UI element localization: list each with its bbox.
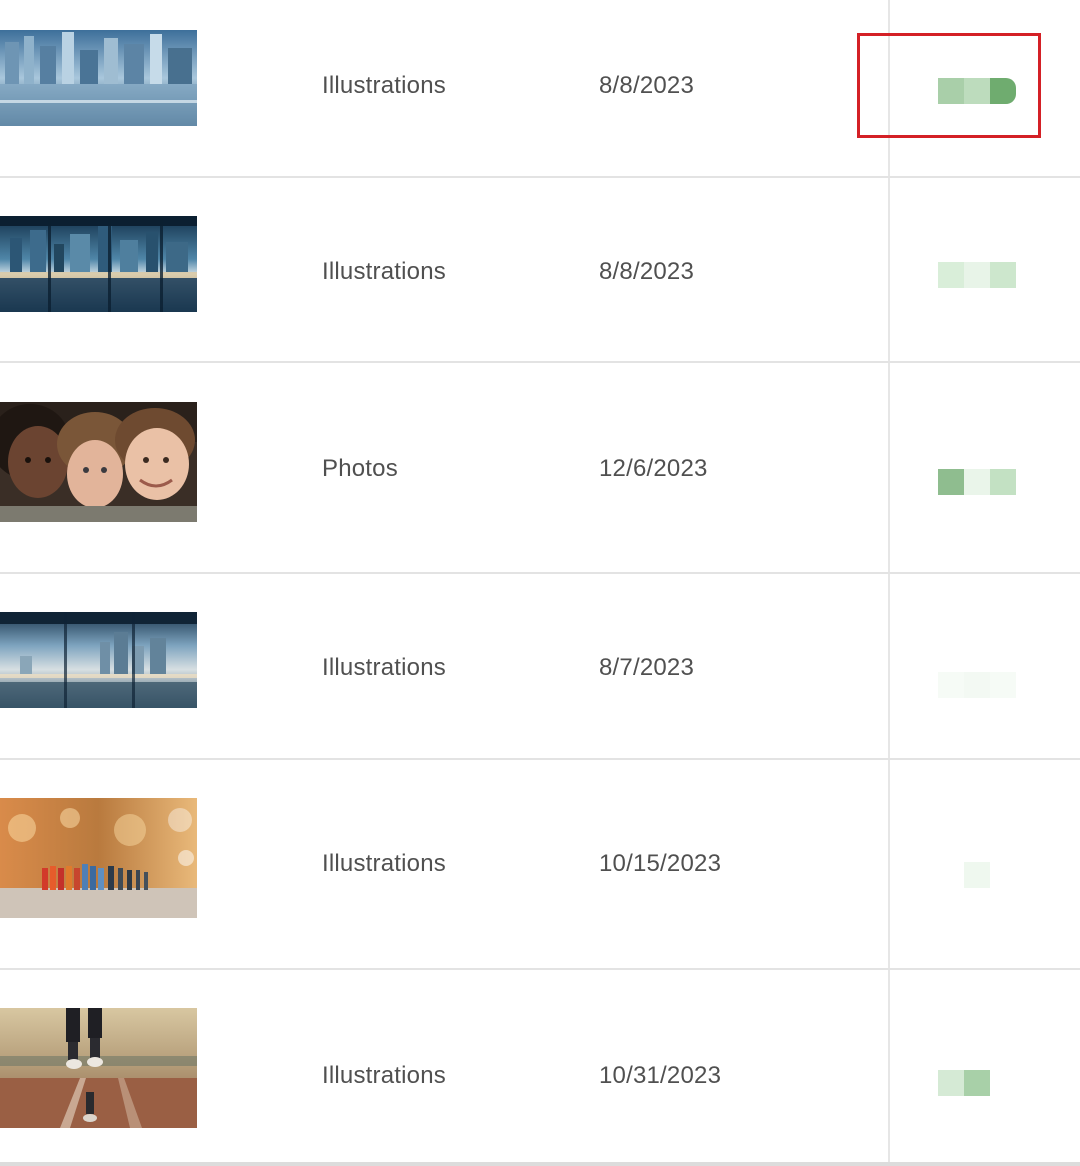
table-row[interactable]: Illustrations 10/15/2023 <box>0 760 1080 970</box>
blurred-status <box>938 862 1016 888</box>
bottom-border <box>0 1162 1080 1166</box>
asset-table: Illustrations 8/8/2023 Illustrations 8/8… <box>0 0 1080 1166</box>
asset-type: Illustrations <box>322 1062 446 1089</box>
asset-type: Photos <box>322 455 398 482</box>
asset-date: 10/15/2023 <box>599 850 722 877</box>
asset-date: 10/31/2023 <box>599 1062 722 1089</box>
asset-date: 8/8/2023 <box>599 72 695 99</box>
asset-type: Illustrations <box>322 72 446 99</box>
blurred-status <box>938 262 1016 288</box>
blurred-status <box>938 1070 990 1096</box>
blurred-status <box>938 672 1016 698</box>
highlight-box <box>857 33 1041 138</box>
asset-date: 8/7/2023 <box>599 654 695 681</box>
table-row[interactable]: Illustrations 10/31/2023 <box>0 970 1080 1166</box>
thumbnail-city-window-view[interactable] <box>0 612 197 708</box>
thumbnail-crowd-bokeh[interactable] <box>0 798 197 918</box>
table-row[interactable]: Photos 12/6/2023 <box>0 363 1080 574</box>
thumbnail-city-panorama[interactable] <box>0 216 197 312</box>
table-row[interactable]: Illustrations 8/8/2023 <box>0 178 1080 363</box>
asset-type: Illustrations <box>322 654 446 681</box>
thumbnail-three-kids-faces[interactable] <box>0 402 197 522</box>
asset-type: Illustrations <box>322 850 446 877</box>
asset-date: 8/8/2023 <box>599 258 695 285</box>
asset-date: 12/6/2023 <box>599 455 708 482</box>
blurred-status <box>938 469 1016 495</box>
thumbnail-runner-track[interactable] <box>0 1008 197 1128</box>
table-row[interactable]: Illustrations 8/7/2023 <box>0 574 1080 760</box>
thumbnail-city-reflection[interactable] <box>0 30 197 126</box>
asset-type: Illustrations <box>322 258 446 285</box>
